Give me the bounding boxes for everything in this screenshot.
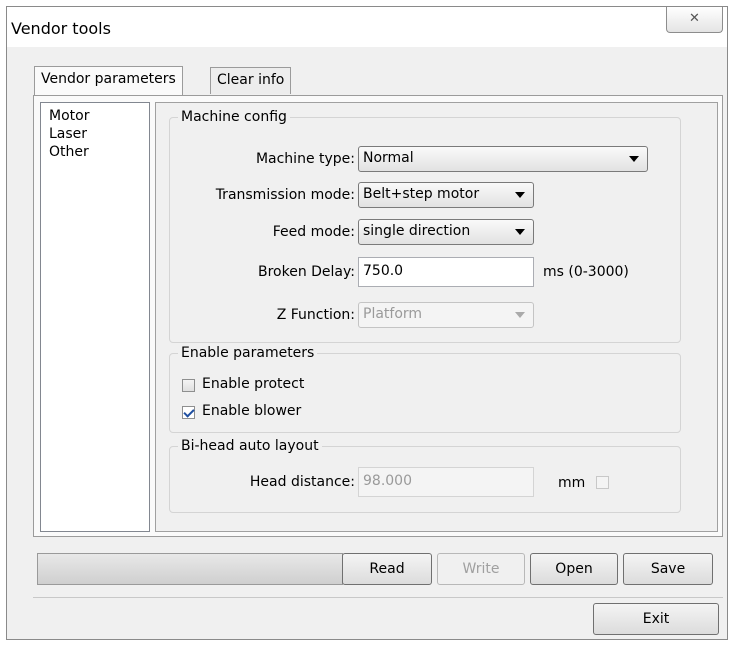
- close-icon: ✕: [689, 11, 700, 26]
- enable-protect-label[interactable]: Enable protect: [202, 376, 304, 392]
- machine-config-group: Machine config Machine type: Normal Tran…: [169, 109, 681, 343]
- head-distance-unit: mm: [558, 475, 586, 491]
- chevron-down-icon: [515, 192, 525, 198]
- machine-type-select[interactable]: Normal: [358, 146, 648, 172]
- close-button[interactable]: ✕: [666, 7, 723, 33]
- vendor-tools-window: Vendor tools ✕ Vendor parameters Clear i…: [6, 6, 728, 640]
- machine-type-label: Machine type:: [255, 151, 355, 167]
- settings-pane: Machine config Machine type: Normal Tran…: [155, 102, 718, 532]
- vendor-parameters-panel: Motor Laser Other Machine config Machine…: [33, 95, 723, 537]
- z-function-label: Z Function:: [276, 307, 355, 323]
- chevron-down-icon: [629, 156, 639, 162]
- window-title: Vendor tools: [11, 19, 111, 38]
- chevron-down-icon: [515, 312, 525, 318]
- divider: [33, 597, 723, 598]
- broken-delay-unit: ms (0-3000): [543, 264, 629, 280]
- feed-mode-value: single direction: [363, 223, 471, 239]
- head-distance-checkbox: [596, 476, 609, 489]
- transmission-mode-label: Transmission mode:: [215, 187, 355, 203]
- tab-vendor-parameters[interactable]: Vendor parameters: [34, 66, 183, 95]
- read-button[interactable]: Read: [342, 553, 432, 585]
- tab-clear-info[interactable]: Clear info: [210, 67, 292, 94]
- progress-bar: [37, 553, 343, 585]
- category-list[interactable]: Motor Laser Other: [40, 102, 150, 532]
- write-button: Write: [437, 553, 525, 585]
- open-button[interactable]: Open: [530, 553, 618, 585]
- transmission-mode-value: Belt+step motor: [363, 186, 480, 202]
- broken-delay-label: Broken Delay:: [257, 264, 355, 280]
- machine-config-title: Machine config: [181, 109, 287, 125]
- chevron-down-icon: [515, 229, 525, 235]
- enable-parameters-title: Enable parameters: [181, 345, 315, 361]
- title-bar: Vendor tools ✕: [7, 7, 727, 47]
- feed-mode-select[interactable]: single direction: [358, 219, 534, 245]
- enable-protect-checkbox[interactable]: [182, 379, 195, 392]
- save-button[interactable]: Save: [623, 553, 713, 585]
- bi-head-auto-layout-title: Bi-head auto layout: [181, 438, 319, 454]
- z-function-select: Platform: [358, 302, 534, 328]
- enable-blower-label[interactable]: Enable blower: [202, 403, 301, 419]
- broken-delay-input[interactable]: 750.0: [358, 257, 534, 287]
- enable-blower-checkbox[interactable]: [182, 406, 195, 419]
- list-item-laser[interactable]: Laser: [49, 125, 141, 143]
- machine-type-value: Normal: [363, 150, 414, 166]
- z-function-value: Platform: [363, 306, 423, 322]
- head-distance-input: 98.000: [358, 467, 534, 497]
- exit-button[interactable]: Exit: [593, 603, 719, 635]
- feed-mode-label: Feed mode:: [272, 224, 355, 240]
- list-item-motor[interactable]: Motor: [49, 107, 141, 125]
- list-item-other[interactable]: Other: [49, 143, 141, 161]
- head-distance-label: Head distance:: [249, 474, 355, 490]
- enable-parameters-group: Enable parameters Enable protect Enable …: [169, 345, 681, 433]
- bi-head-auto-layout-group: Bi-head auto layout Head distance: 98.00…: [169, 438, 681, 513]
- transmission-mode-select[interactable]: Belt+step motor: [358, 182, 534, 208]
